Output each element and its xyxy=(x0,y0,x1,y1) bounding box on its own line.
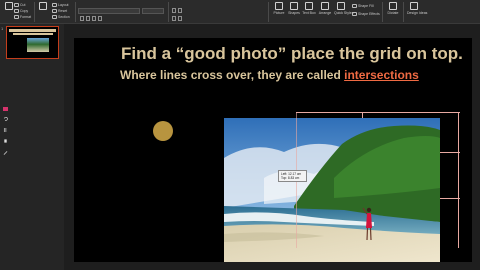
grid-line-right[interactable] xyxy=(458,112,459,248)
grid-line-h2[interactable] xyxy=(438,198,460,199)
font-name-box[interactable] xyxy=(78,8,140,14)
align-left-button[interactable] xyxy=(172,16,176,21)
numbering-button[interactable] xyxy=(178,8,182,13)
quick-styles-icon xyxy=(337,2,345,10)
grid-icon[interactable] xyxy=(3,128,8,132)
slide-thumbnail[interactable] xyxy=(6,26,59,59)
reset-button[interactable]: Reset xyxy=(58,9,67,13)
shape-effects-button[interactable]: Shape Effects xyxy=(358,12,380,16)
section-button[interactable]: Section xyxy=(58,15,70,19)
reset-icon xyxy=(52,9,57,13)
separator xyxy=(268,2,269,22)
copy-button[interactable]: Copy xyxy=(20,9,28,13)
thumbnail-title xyxy=(9,29,56,32)
cut-button[interactable]: Cut xyxy=(20,3,25,7)
underline-button[interactable] xyxy=(92,16,96,21)
paste-icon xyxy=(5,2,13,10)
quick-styles-label: Quick Styles xyxy=(334,11,354,15)
new-slide-icon xyxy=(39,2,47,10)
shape-fill-button[interactable]: Shape Fill xyxy=(358,4,374,8)
dictate-icon xyxy=(389,2,397,10)
arrange-label: Arrange xyxy=(318,11,332,15)
pen-icon[interactable] xyxy=(3,151,8,155)
layout-icon xyxy=(52,3,57,7)
intersections-link[interactable]: intersections xyxy=(344,68,419,82)
slide-thumbnail-panel: 1 xyxy=(0,24,64,270)
separator xyxy=(75,2,76,22)
font-size-box[interactable] xyxy=(142,8,164,14)
slide-title[interactable]: Find a “good photo” place the grid on to… xyxy=(121,44,463,64)
shapes-label: Shapes xyxy=(288,11,300,15)
shapes-icon xyxy=(290,2,298,10)
slide-subtitle[interactable]: Where lines cross over, they are called … xyxy=(120,68,419,82)
quick-styles-button[interactable]: Quick Styles xyxy=(334,2,354,15)
dictate-label: Dictate xyxy=(387,11,399,15)
separator xyxy=(34,2,35,22)
align-center-button[interactable] xyxy=(178,16,182,21)
format-painter-button[interactable]: Format xyxy=(20,15,31,19)
beach-photo[interactable] xyxy=(224,118,440,262)
design-ideas-icon xyxy=(410,2,418,10)
undo-icon[interactable] xyxy=(3,117,8,121)
grid-line-h1[interactable] xyxy=(438,152,460,153)
thumbnail-subtitle xyxy=(13,33,53,35)
slide-number: 1 xyxy=(1,26,4,31)
strikethrough-button[interactable] xyxy=(98,16,102,21)
italic-button[interactable] xyxy=(86,16,90,21)
bullets-button[interactable] xyxy=(172,8,176,13)
page-icon[interactable] xyxy=(3,139,8,143)
design-ideas-button[interactable]: Design Ideas xyxy=(407,2,428,15)
position-tooltip: Left: 12.17 cm Top: 8.83 cm xyxy=(278,170,307,182)
tooltip-top: Top: 8.83 cm xyxy=(281,176,300,181)
grid-line-top[interactable] xyxy=(296,112,460,113)
dictate-button[interactable]: Dictate xyxy=(386,2,400,15)
thumbnail-photo xyxy=(27,38,49,52)
bold-button[interactable] xyxy=(80,16,84,21)
format-painter-icon xyxy=(14,15,19,19)
separator xyxy=(403,2,404,22)
insert-textbox-button[interactable]: Text Box xyxy=(302,2,316,15)
picture-label: Picture xyxy=(273,11,285,15)
separator xyxy=(382,2,383,22)
pen-color-icon[interactable] xyxy=(3,107,8,111)
textbox-icon xyxy=(305,2,313,10)
textbox-label: Text Box xyxy=(302,11,316,15)
cut-icon xyxy=(14,3,19,7)
insert-picture-button[interactable]: Picture xyxy=(272,2,286,15)
copy-icon xyxy=(14,9,19,13)
picture-icon xyxy=(275,2,283,10)
shape-fill-icon xyxy=(352,4,357,8)
shape-effects-icon xyxy=(352,12,357,16)
arrange-button[interactable]: Arrange xyxy=(318,2,332,15)
gold-circle-shape[interactable] xyxy=(153,121,173,141)
new-slide-button[interactable] xyxy=(36,2,50,10)
layout-button[interactable]: Layout xyxy=(58,3,69,7)
separator xyxy=(168,2,169,22)
ribbon: Cut Copy Format Layout Reset Section Pic… xyxy=(0,0,480,24)
section-icon xyxy=(52,15,57,19)
design-ideas-label: Design Ideas xyxy=(407,11,428,15)
subtitle-text: Where lines cross over, they are called xyxy=(120,68,345,82)
insert-shapes-button[interactable]: Shapes xyxy=(287,2,301,15)
arrange-icon xyxy=(321,2,329,10)
